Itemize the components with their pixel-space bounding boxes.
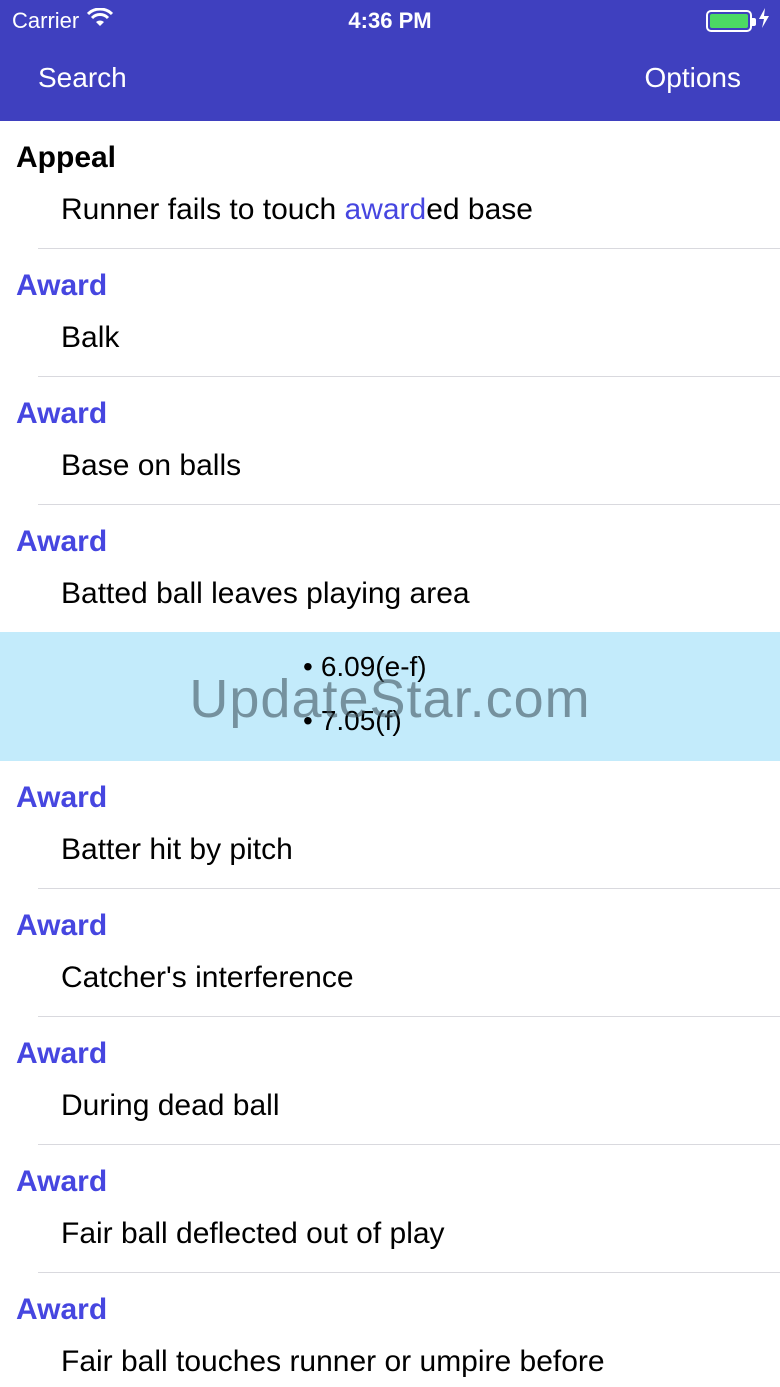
entry-description: Runner fails to touch awarded base: [61, 193, 533, 226]
search-button[interactable]: Search: [38, 62, 127, 94]
entry-title: Award: [16, 781, 108, 814]
entry-title: Award: [16, 397, 108, 430]
list-item[interactable]: Award During dead ball: [0, 1017, 780, 1145]
entry-description: Catcher's interference: [61, 961, 354, 994]
entry-title: Award: [16, 909, 108, 942]
list-item[interactable]: Award Fair ball touches runner or umpire…: [0, 1273, 780, 1387]
entry-list[interactable]: Appeal Runner fails to touch awarded bas…: [0, 121, 780, 1387]
entry-description: Batter hit by pitch: [61, 833, 293, 866]
options-button[interactable]: Options: [645, 62, 742, 94]
list-item[interactable]: Award Base on balls: [0, 377, 780, 505]
watermark: UpdateStar.com: [189, 669, 591, 729]
clock: 4:36 PM: [348, 8, 432, 33]
list-item[interactable]: Award Fair ball deflected out of play: [0, 1145, 780, 1273]
list-item[interactable]: Award Balk: [0, 249, 780, 377]
entry-description: Fair ball deflected out of play: [61, 1217, 445, 1250]
list-item[interactable]: Award Catcher's interference: [0, 889, 780, 1017]
entry-description: Base on balls: [61, 449, 242, 482]
battery-icon: [706, 10, 756, 32]
entry-title: Award: [16, 525, 108, 558]
list-item[interactable]: Appeal Runner fails to touch awarded bas…: [0, 121, 780, 249]
entry-title: Award: [16, 1165, 108, 1198]
status-bar: Carrier 4:36 PM: [0, 0, 780, 40]
header: Carrier 4:36 PM Search Options: [0, 0, 780, 121]
entry-description: Batted ball leaves playing area: [61, 577, 470, 610]
search-match-highlight: award: [344, 193, 427, 226]
charging-icon: [758, 8, 770, 34]
entry-description: During dead ball: [61, 1089, 280, 1122]
entry-title: Appeal: [16, 141, 117, 174]
entry-title: Award: [16, 1293, 108, 1326]
list-item[interactable]: Award Batted ball leaves playing area: [0, 505, 780, 632]
battery-indicator: [706, 8, 770, 34]
list-item[interactable]: Award Batter hit by pitch: [0, 761, 780, 889]
entry-description: Fair ball touches runner or umpire befor…: [61, 1345, 605, 1378]
entry-title: Award: [16, 1037, 108, 1070]
expanded-rule-references[interactable]: 6.09(e-f) 7.05(f) UpdateStar.com: [0, 632, 780, 761]
entry-description: Balk: [61, 321, 120, 354]
entry-title: Award: [16, 269, 108, 302]
